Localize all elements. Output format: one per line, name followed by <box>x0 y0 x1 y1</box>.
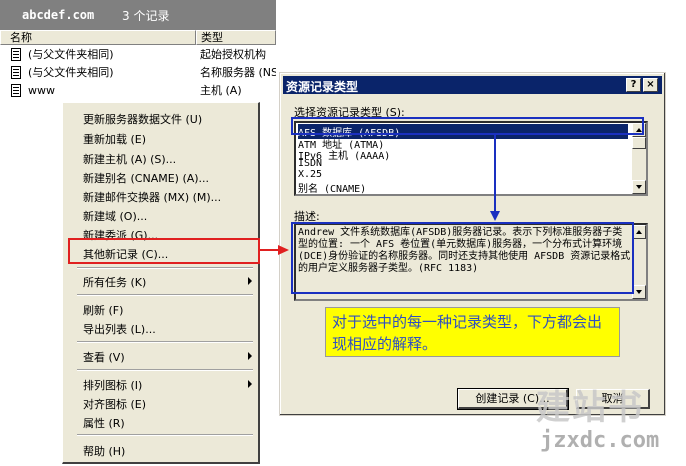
watermark-logo: 建站书 <box>536 388 644 428</box>
blue-arrow-head <box>490 211 500 221</box>
watermark-url: jzxdc.com <box>540 428 660 453</box>
red-arrow-head <box>278 245 289 255</box>
annotation-note: 对于选中的每一种记录类型，下方都会出现相应的解释。 <box>325 307 620 357</box>
